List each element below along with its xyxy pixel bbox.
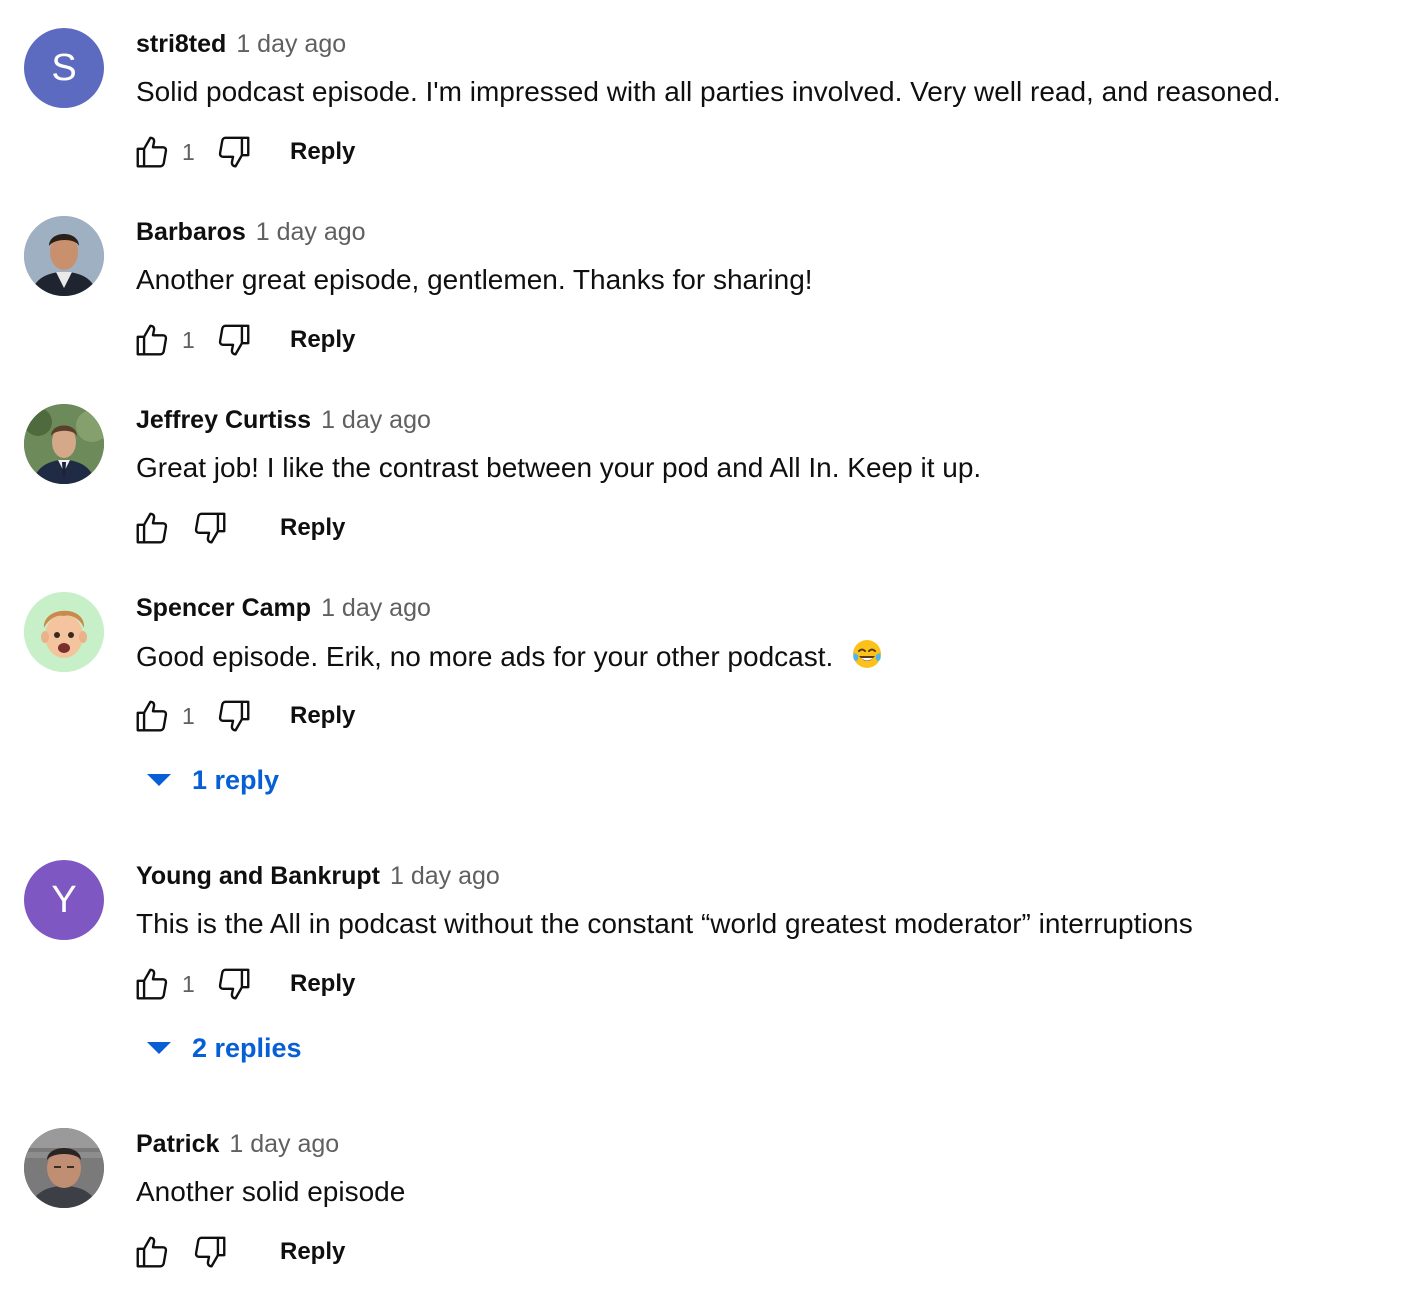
reply-button[interactable]: Reply [280, 1238, 345, 1266]
reply-button[interactable]: Reply [290, 970, 355, 998]
avatar[interactable]: S [24, 28, 104, 108]
dislike-button[interactable] [214, 318, 254, 362]
avatar[interactable] [24, 216, 104, 296]
dislike-button[interactable] [190, 506, 230, 550]
avatar-letter: S [51, 46, 77, 89]
like-count: 1 [182, 138, 195, 165]
comment-actions: 1 Reply [132, 130, 355, 174]
author-name[interactable]: Young and Bankrupt [136, 862, 380, 891]
reply-button[interactable]: Reply [290, 138, 355, 166]
memoji-avatar-icon [24, 592, 104, 672]
comment-header: Barbaros 1 day ago [136, 218, 366, 250]
comment-actions: 1 Reply [132, 318, 355, 362]
avatar[interactable] [24, 404, 104, 484]
view-replies-button[interactable]: 1 reply [146, 760, 279, 800]
dislike-button[interactable] [214, 130, 254, 174]
reply-button[interactable]: Reply [290, 702, 355, 730]
like-count: 1 [182, 970, 195, 997]
caret-down-icon [146, 1038, 174, 1058]
avatar[interactable] [24, 592, 104, 672]
thumbs-up-icon [136, 968, 168, 1000]
like-button[interactable] [132, 962, 172, 1006]
comment-text: Another solid episode [136, 1176, 406, 1207]
avatar[interactable]: Y [24, 860, 104, 940]
author-name[interactable]: Barbaros [136, 218, 246, 247]
comment-text: Great job! I like the contrast between y… [136, 452, 982, 483]
reply-button[interactable]: Reply [290, 326, 355, 354]
comment-text: Solid podcast episode. I'm impressed wit… [136, 76, 1281, 107]
like-button[interactable] [132, 130, 172, 174]
comment-actions: Reply [132, 506, 345, 550]
comment-timestamp[interactable]: 1 day ago [321, 406, 431, 435]
thumbs-up-icon [136, 512, 168, 544]
face-with-tears-of-joy-emoji [851, 638, 883, 679]
avatar[interactable] [24, 1128, 104, 1208]
comment-actions: Reply [132, 1230, 345, 1274]
author-name[interactable]: Jeffrey Curtiss [136, 406, 311, 435]
like-count: 1 [182, 702, 195, 729]
thumbs-down-icon [218, 968, 250, 1000]
thumbs-down-icon [218, 700, 250, 732]
author-name[interactable]: stri8ted [136, 30, 226, 59]
like-button[interactable] [132, 506, 172, 550]
comment-timestamp[interactable]: 1 day ago [321, 594, 431, 623]
comment-text: Another great episode, gentlemen. Thanks… [136, 264, 813, 295]
comment-actions: 1 Reply [132, 694, 355, 738]
comment-header: Spencer Camp 1 day ago [136, 594, 431, 626]
comment-text-content: Good episode. Erik, no more ads for your… [136, 641, 834, 672]
comment-header: Patrick 1 day ago [136, 1130, 339, 1162]
thumbs-up-icon [136, 1236, 168, 1268]
comment-timestamp[interactable]: 1 day ago [390, 862, 500, 891]
replies-count-label: 2 replies [192, 1032, 302, 1063]
profile-photo-icon [24, 404, 104, 484]
thumbs-up-icon [136, 324, 168, 356]
comment-text: Good episode. Erik, no more ads for your… [136, 638, 883, 679]
comment-timestamp[interactable]: 1 day ago [229, 1130, 339, 1159]
thumbs-down-icon [218, 324, 250, 356]
caret-down-icon [146, 770, 174, 790]
author-name[interactable]: Spencer Camp [136, 594, 311, 623]
thumbs-down-icon [194, 512, 226, 544]
profile-photo-icon [24, 1128, 104, 1208]
comment-actions: 1 Reply [132, 962, 355, 1006]
dislike-button[interactable] [190, 1230, 230, 1274]
view-replies-button[interactable]: 2 replies [146, 1028, 302, 1068]
replies-count-label: 1 reply [192, 764, 280, 795]
comment-timestamp[interactable]: 1 day ago [236, 30, 346, 59]
thumbs-up-icon [136, 700, 168, 732]
comment-header: stri8ted 1 day ago [136, 30, 346, 62]
profile-photo-icon [24, 216, 104, 296]
like-button[interactable] [132, 694, 172, 738]
author-name[interactable]: Patrick [136, 1130, 219, 1159]
comment-timestamp[interactable]: 1 day ago [256, 218, 366, 247]
thumbs-down-icon [194, 1236, 226, 1268]
reply-button[interactable]: Reply [280, 514, 345, 542]
like-button[interactable] [132, 1230, 172, 1274]
dislike-button[interactable] [214, 694, 254, 738]
comment-text: This is the All in podcast without the c… [136, 908, 1193, 939]
like-count: 1 [182, 326, 195, 353]
like-button[interactable] [132, 318, 172, 362]
thumbs-down-icon [218, 136, 250, 168]
comment-header: Jeffrey Curtiss 1 day ago [136, 406, 431, 438]
avatar-letter: Y [51, 878, 77, 921]
dislike-button[interactable] [214, 962, 254, 1006]
thumbs-up-icon [136, 136, 168, 168]
comment-header: Young and Bankrupt 1 day ago [136, 862, 500, 894]
